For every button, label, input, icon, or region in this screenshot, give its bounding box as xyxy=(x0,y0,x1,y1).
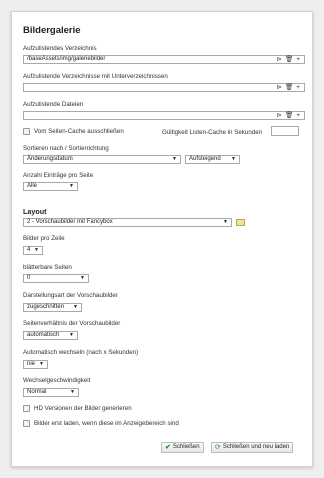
files-label: Aufzulistende Dateien xyxy=(23,101,84,108)
dropdown-arrow-icon: ▼ xyxy=(223,219,228,225)
trash-icon[interactable]: 🗑 xyxy=(285,112,293,120)
pages-label: blätterbare Seiten xyxy=(23,264,72,271)
ratio-label: Seitenverhältnis der Vorschaubilder xyxy=(23,320,121,327)
layout-select[interactable]: 2 - Vorschaubilder mit Fancybox ▼ xyxy=(23,218,232,227)
sort-direction-select[interactable]: Aufsteigend ▼ xyxy=(185,155,240,164)
dropdown-arrow-icon: ▼ xyxy=(172,156,177,162)
close-button-label: Schließen xyxy=(172,444,200,450)
per-page-value: Alle xyxy=(27,183,38,189)
pointer-icon[interactable]: ⊳ xyxy=(276,112,281,120)
dropdown-arrow-icon: ▼ xyxy=(231,156,236,162)
reload-icon: ⟳ xyxy=(215,444,221,451)
speed-select[interactable]: Normal ▼ xyxy=(23,388,79,397)
dialog-panel: Bildergalerie Aufzulistendes Verzeichnis… xyxy=(11,11,313,467)
display-select[interactable]: zugeschnitten ▼ xyxy=(23,303,82,312)
dropdown-arrow-icon: ▼ xyxy=(69,183,74,189)
ratio-select[interactable]: automatisch ▼ xyxy=(23,331,78,340)
subdirectories-label: Aufzulistende Verzeichnisse mit Unterver… xyxy=(23,73,168,80)
sort-label: Sortieren nach / Sortierrichtung xyxy=(23,145,109,152)
per-row-label: Bilder pro Zeile xyxy=(23,235,65,242)
pages-value: 0 xyxy=(27,275,31,281)
cache-validity-input[interactable] xyxy=(271,126,299,136)
layout-heading: Layout xyxy=(23,207,47,216)
trash-icon[interactable]: 🗑 xyxy=(285,56,293,64)
dropdown-arrow-icon: ▼ xyxy=(80,275,85,281)
close-reload-button-label: Schließen und neu laden xyxy=(222,444,290,450)
sort-direction-value: Aufsteigend xyxy=(189,156,221,162)
lazy-load-checkbox[interactable] xyxy=(23,420,30,427)
speed-label: Wechselgeschwindigkeit xyxy=(23,377,91,384)
pointer-icon[interactable]: ⊳ xyxy=(276,84,281,92)
pages-select[interactable]: 0 ▼ xyxy=(23,274,89,283)
directory-label: Aufzulistendes Verzeichnis xyxy=(23,45,97,52)
subdirectories-field[interactable]: ⊳ 🗑 + xyxy=(23,83,305,92)
check-icon: ✔ xyxy=(165,444,171,451)
per-row-select[interactable]: 4 ▼ xyxy=(23,246,43,255)
close-reload-button[interactable]: ⟳ Schließen und neu laden xyxy=(211,442,294,453)
plus-icon[interactable]: + xyxy=(296,112,300,120)
exclude-cache-checkbox[interactable] xyxy=(23,128,30,135)
close-button[interactable]: ✔ Schließen xyxy=(161,442,204,453)
hd-label: HD Versionen der Bilder generieren xyxy=(34,405,132,412)
speed-value: Normal xyxy=(27,389,47,395)
dropdown-arrow-icon: ▼ xyxy=(69,332,74,338)
ratio-value: automatisch xyxy=(27,332,60,338)
autochange-select[interactable]: nie ▼ xyxy=(23,360,48,369)
directory-value: /baseAssets/img/galeriebilder xyxy=(27,56,106,62)
trash-icon[interactable]: 🗑 xyxy=(285,84,293,92)
directory-field[interactable]: /baseAssets/img/galeriebilder ⊳ 🗑 + xyxy=(23,55,305,64)
files-field[interactable]: ⊳ 🗑 + xyxy=(23,111,305,120)
layout-value: 2 - Vorschaubilder mit Fancybox xyxy=(27,219,113,225)
per-page-select[interactable]: Alle ▼ xyxy=(23,182,78,191)
dropdown-arrow-icon: ▼ xyxy=(39,361,44,367)
layout-wizard-icon[interactable] xyxy=(236,219,245,226)
plus-icon[interactable]: + xyxy=(296,84,300,92)
pointer-icon[interactable]: ⊳ xyxy=(276,56,281,64)
autochange-value: nie xyxy=(27,361,36,367)
per-page-label: Anzahl Einträge pro Seite xyxy=(23,172,94,179)
sort-field-select[interactable]: Änderungsdatum ▼ xyxy=(23,155,181,164)
dropdown-arrow-icon: ▼ xyxy=(34,247,39,253)
plus-icon[interactable]: + xyxy=(296,56,300,64)
sort-field-value: Änderungsdatum xyxy=(27,156,73,162)
lazy-load-label: Bilder erst laden, wenn diese im Anzeige… xyxy=(34,420,179,427)
display-value: zugeschnitten xyxy=(27,304,65,310)
dropdown-arrow-icon: ▼ xyxy=(70,389,75,395)
dropdown-arrow-icon: ▼ xyxy=(73,304,78,310)
dialog-title: Bildergalerie xyxy=(23,25,81,36)
per-row-value: 4 xyxy=(27,247,31,253)
hd-checkbox[interactable] xyxy=(23,405,30,412)
autochange-label: Automatisch wechseln (nach x Sekunden) xyxy=(23,349,139,356)
display-label: Darstellungsart der Vorschaubilder xyxy=(23,292,118,299)
exclude-cache-label: Vom Seiten-Cache ausschließen xyxy=(34,128,124,135)
cache-validity-label: Gültigkeit Listen-Cache in Sekunden xyxy=(162,129,263,136)
